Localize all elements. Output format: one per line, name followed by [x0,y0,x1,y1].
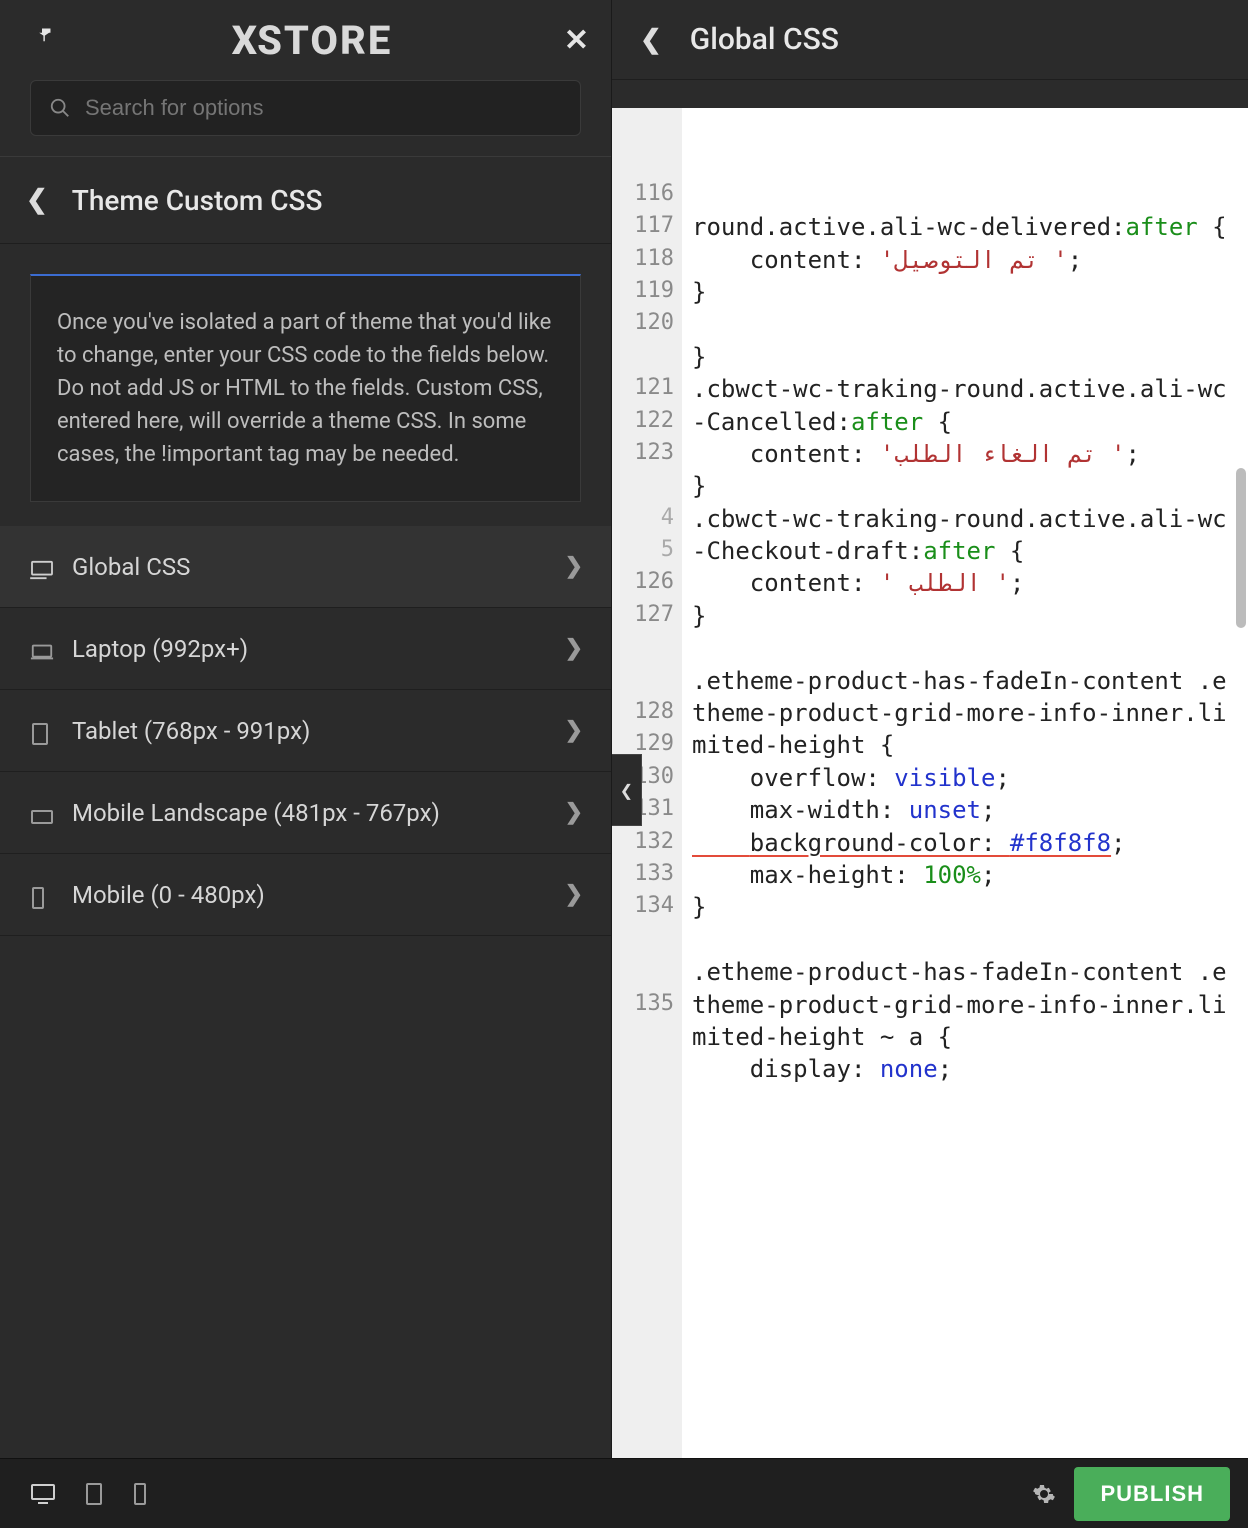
code-line[interactable] [692,924,1240,956]
search-icon [49,97,71,119]
code-line[interactable]: content: 'تم الغاء الطلب '; [692,438,1240,470]
device-icon [30,886,54,904]
code-line[interactable]: .cbwct-wc-traking-round.active.ali-wc-Ca… [692,373,1240,438]
device-desktop-icon[interactable] [30,1483,56,1505]
publish-button[interactable]: PUBLISH [1074,1467,1230,1521]
chevron-left-icon: ❮ [26,185,48,215]
nav-item-label: Global CSS [72,553,190,581]
code-line[interactable]: display: none; [692,1053,1240,1085]
device-icon [30,558,54,576]
code-line[interactable]: content: ' الطلب '; [692,567,1240,599]
right-pane: ❮ Global CSS 116117118119120121122123451… [612,0,1248,1458]
collapse-tab[interactable]: ❮ [612,754,642,826]
chevron-right-icon: ❯ [565,554,583,579]
chevron-right-icon: ❯ [565,718,583,743]
code-line[interactable] [692,632,1240,664]
section-back-row[interactable]: ❮ Theme Custom CSS [0,156,611,244]
search-input[interactable] [85,95,562,121]
code-line[interactable]: .etheme-product-has-fadeIn-content .ethe… [692,665,1240,762]
code-line[interactable]: background-color: #f8f8f8; [692,827,1240,859]
device-mobile-icon[interactable] [132,1482,148,1506]
section-title: Theme Custom CSS [72,184,323,217]
code-line[interactable]: max-height: 100%; [692,859,1240,891]
code-line[interactable]: } [692,470,1240,502]
right-back-icon[interactable]: ❮ [640,25,662,55]
code-line[interactable]: max-width: unset; [692,794,1240,826]
right-title: Global CSS [690,22,839,57]
code-line[interactable] [692,308,1240,340]
editor-code[interactable]: round.active.ali-wc-delivered:after { co… [682,108,1248,1458]
pin-icon[interactable] [30,25,60,55]
chevron-right-icon: ❯ [565,636,583,661]
nav-item-mobile-0-480px[interactable]: Mobile (0 - 480px) ❯ [0,854,611,936]
nav-item-label: Mobile (0 - 480px) [72,881,265,909]
section-description: Once you've isolated a part of theme tha… [30,274,581,502]
code-line[interactable]: } [692,276,1240,308]
device-icon [30,640,54,658]
logo: XXSTORESTORE [232,17,393,64]
nav-item-label: Mobile Landscape (481px - 767px) [72,799,440,827]
code-line[interactable]: .cbwct-wc-traking-round.active.ali-wc-Ch… [692,503,1240,568]
device-tablet-icon[interactable] [84,1482,104,1506]
chevron-left-icon: ❮ [620,781,633,800]
nav-item-label: Tablet (768px - 991px) [72,717,310,745]
code-line[interactable]: content: 'تم التوصيل '; [692,244,1240,276]
chevron-right-icon: ❯ [565,800,583,825]
nav-item-mobile-landscape-481px-767px[interactable]: Mobile Landscape (481px - 767px) ❯ [0,772,611,854]
search-box[interactable] [30,80,581,136]
code-editor[interactable]: 1161171181191201211221234512612712812913… [612,108,1248,1458]
nav-item-label: Laptop (992px+) [72,635,248,663]
sidebar: XXSTORESTORE ✕ ❮ Theme Custom CSS Once y… [0,0,612,1458]
code-line[interactable]: overflow: visible; [692,762,1240,794]
code-line[interactable]: } [692,341,1240,373]
gear-icon[interactable] [1032,1482,1056,1506]
nav-item-laptop-992px[interactable]: Laptop (992px+) ❯ [0,608,611,690]
nav-list: Global CSS❯Laptop (992px+)❯Tablet (768px… [0,526,611,936]
code-line[interactable]: } [692,600,1240,632]
chevron-right-icon: ❯ [565,882,583,907]
scrollbar-thumb[interactable] [1236,468,1246,628]
nav-item-tablet-768px-991px[interactable]: Tablet (768px - 991px) ❯ [0,690,611,772]
code-line[interactable]: round.active.ali-wc-delivered:after { [692,211,1240,243]
sidebar-header: XXSTORESTORE ✕ [0,0,611,80]
code-line[interactable]: } [692,891,1240,923]
device-icon [30,722,54,740]
footer: PUBLISH [0,1458,1248,1528]
code-line[interactable]: .etheme-product-has-fadeIn-content .ethe… [692,956,1240,1053]
device-icon [30,804,54,822]
nav-item-global-css[interactable]: Global CSS ❯ [0,526,611,608]
right-header: ❮ Global CSS [612,0,1248,80]
close-icon[interactable]: ✕ [564,23,589,58]
